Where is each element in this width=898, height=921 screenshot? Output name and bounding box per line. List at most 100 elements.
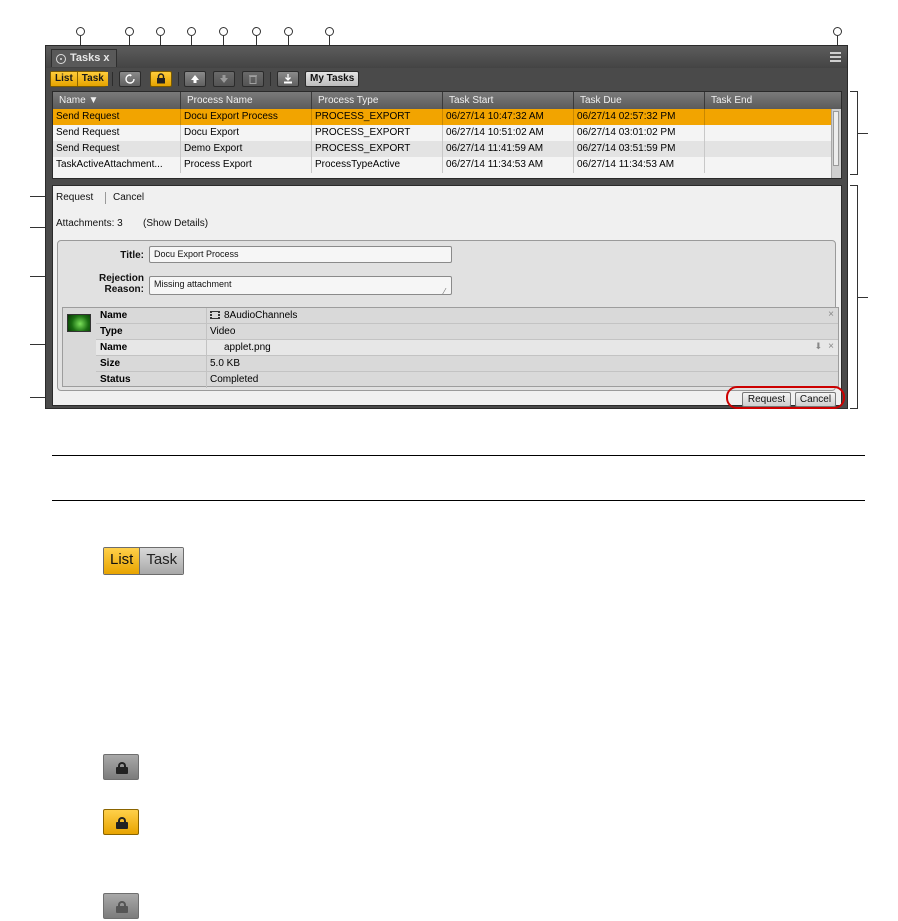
resize-grip-icon: ⁄	[444, 287, 446, 296]
attachment-key: Name	[100, 342, 128, 353]
table-row[interactable]: Send Request Docu Export PROCESS_EXPORT …	[53, 125, 836, 141]
arrow-down-icon	[220, 75, 228, 83]
attachment-column-divider	[206, 308, 207, 324]
refresh-button[interactable]	[119, 71, 141, 87]
cell-task-start: 06/27/14 11:41:59 AM	[443, 141, 574, 157]
attachment-value: Video	[210, 326, 236, 337]
move-down-button[interactable]	[213, 71, 235, 87]
cancel-tab[interactable]: Cancel	[113, 192, 144, 203]
bracket-detail-tick	[858, 297, 868, 298]
show-details-link[interactable]: (Show Details)	[143, 218, 208, 229]
refresh-icon	[125, 74, 135, 84]
lock-disabled-button-example	[103, 893, 139, 919]
tasks-tab-icon	[56, 53, 66, 64]
list-toggle-label[interactable]: List	[51, 72, 77, 86]
callout-marker-7	[284, 27, 293, 36]
column-header-task-end[interactable]: Task End	[705, 92, 836, 109]
cell-process-name: Process Export	[181, 157, 312, 173]
bracket-table-tick	[858, 133, 868, 134]
toolbar-separator	[270, 72, 271, 86]
highlight-ring	[726, 386, 845, 409]
task-toggle-large-label: Task	[139, 548, 184, 574]
callout-marker-9	[833, 27, 842, 36]
column-header-process-type[interactable]: Process Type	[312, 92, 443, 109]
cell-process-type: PROCESS_EXPORT	[312, 109, 443, 125]
title-field[interactable]: Docu Export Process	[149, 246, 452, 263]
request-form: Title: Docu Export Process Rejection Rea…	[57, 240, 839, 391]
bracket-detail	[850, 185, 858, 409]
attachment-column-divider	[206, 356, 207, 372]
lock-off-button-example	[103, 754, 139, 780]
attachment-column-divider	[206, 324, 207, 340]
column-header-task-due[interactable]: Task Due	[574, 92, 705, 109]
rejection-reason-label-line2: Reason:	[104, 284, 144, 295]
cell-name: Send Request	[53, 109, 181, 125]
tasks-panel: Tasks x List Task My Tasks Name ▼ Proces…	[45, 45, 848, 409]
export-button[interactable]	[277, 71, 299, 87]
cell-task-start: 06/27/14 10:47:32 AM	[443, 109, 574, 125]
video-thumbnail	[67, 314, 91, 332]
panel-menu-icon[interactable]	[830, 52, 841, 62]
task-toggle-label[interactable]: Task	[76, 72, 108, 86]
lock-icon	[116, 817, 128, 829]
delete-button[interactable]	[242, 71, 264, 87]
attachment-key: Status	[100, 374, 131, 385]
table-rule-top	[52, 455, 865, 456]
list-toggle-large-label: List	[104, 548, 140, 574]
my-tasks-button[interactable]: My Tasks	[305, 71, 360, 87]
table-row[interactable]: Send Request Demo Export PROCESS_EXPORT …	[53, 141, 836, 157]
request-tab[interactable]: Request	[56, 192, 93, 203]
cell-process-name: Docu Export Process	[181, 109, 312, 125]
list-task-toggle[interactable]: List Task	[50, 71, 108, 87]
trash-icon	[249, 75, 257, 84]
attachment-key: Type	[100, 326, 123, 337]
lock-button[interactable]	[150, 71, 172, 87]
cell-process-name: Docu Export	[181, 125, 312, 141]
cell-name: Send Request	[53, 141, 181, 157]
column-header-process-name[interactable]: Process Name	[181, 92, 312, 109]
attachments-count: Attachments: 3	[56, 218, 123, 229]
cell-task-end	[705, 109, 836, 125]
lock-icon	[157, 73, 165, 84]
tasks-tab[interactable]: Tasks x	[51, 49, 117, 67]
cell-name: TaskActiveAttachment...	[53, 157, 181, 173]
column-header-name[interactable]: Name ▼	[53, 92, 181, 109]
attachment-row: Status Completed	[96, 372, 838, 388]
attachment-column-divider	[206, 372, 207, 388]
attachment-row: Type Video	[96, 324, 838, 340]
cell-task-end	[705, 157, 836, 173]
remove-attachment-icon[interactable]: ×	[828, 309, 834, 320]
cell-process-type: PROCESS_EXPORT	[312, 125, 443, 141]
list-task-toggle-large: List Task	[103, 547, 185, 575]
callout-marker-5	[219, 27, 228, 36]
panel-title-bar: Tasks x	[46, 46, 847, 69]
table-scrollbar-thumb[interactable]	[833, 111, 839, 166]
table-row[interactable]: Send Request Docu Export Process PROCESS…	[53, 109, 836, 125]
table-scrollbar[interactable]	[831, 109, 841, 178]
bracket-table	[850, 91, 858, 175]
attachment-value: 5.0 KB	[210, 358, 241, 369]
attachment-list: Name 8AudioChannels × Type Video Name ap…	[62, 307, 839, 388]
attachment-value: applet.png	[224, 342, 271, 353]
cell-task-due: 06/27/14 11:34:53 AM	[574, 157, 705, 173]
cell-task-due: 06/27/14 03:51:59 PM	[574, 141, 705, 157]
download-icon	[284, 74, 292, 84]
toolbar-separator	[178, 72, 179, 86]
cell-task-start: 06/27/14 11:34:53 AM	[443, 157, 574, 173]
table-header: Name ▼ Process Name Process Type Task St…	[53, 92, 841, 109]
move-up-button[interactable]	[184, 71, 206, 87]
rejection-reason-field[interactable]: Missing attachment	[149, 276, 452, 295]
table-row[interactable]: TaskActiveAttachment... Process Export P…	[53, 157, 836, 173]
callout-marker-3	[156, 27, 165, 36]
cell-task-due: 06/27/14 02:57:32 PM	[574, 109, 705, 125]
download-attachment-icon[interactable]: ⬇	[814, 341, 822, 352]
attachment-row: Name applet.png ⬇ ×	[96, 340, 838, 356]
column-header-task-start[interactable]: Task Start	[443, 92, 574, 109]
attachment-row: Name 8AudioChannels ×	[96, 308, 838, 324]
remove-attachment-icon[interactable]: ×	[828, 341, 834, 352]
table-rule-bottom	[52, 500, 865, 501]
toolbar: List Task My Tasks	[46, 68, 847, 90]
cell-process-type: ProcessTypeActive	[312, 157, 443, 173]
tab-divider	[105, 192, 106, 204]
arrow-up-icon	[191, 75, 199, 83]
